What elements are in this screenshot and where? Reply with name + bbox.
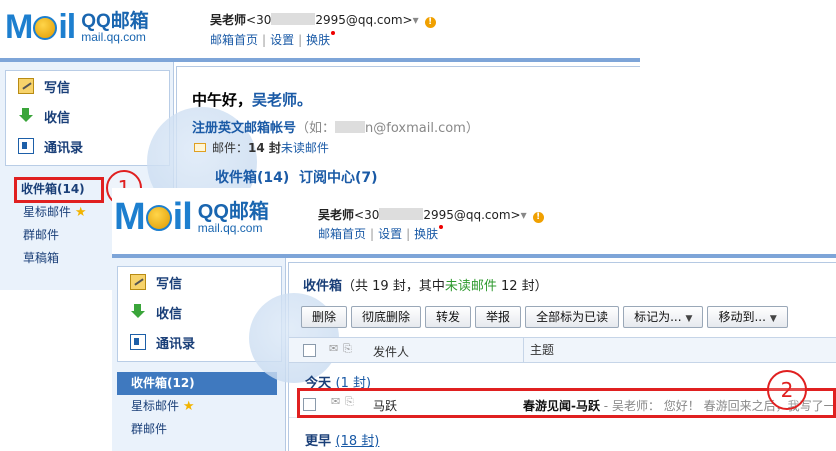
select-all-checkbox[interactable] [303,344,316,357]
mail-toolbar: 删除 彻底删除 转发 举报 全部标为已读 标记为... ▼ 移动到... ▼ [301,306,788,328]
logo-brand-2: QQ邮箱 [197,200,269,223]
warning-icon-2[interactable]: ! [532,212,544,223]
account-info-2: 吴老师<30 2995@qq.com>▾! [318,206,544,223]
account-email: <30 [246,13,272,27]
link-mail-home[interactable]: 邮箱首页 [210,33,258,47]
forward-button[interactable]: 转发 [425,306,472,328]
earlier-count-link[interactable]: (18 封) [336,434,380,449]
download-icon-2 [130,304,146,320]
envelope-icon [194,143,206,152]
link-rss-center[interactable]: 订阅中心(7) [299,170,378,186]
contact-card-icon [18,138,34,154]
unread-summary-link[interactable]: 未读邮件 [445,279,497,294]
delete-button[interactable]: 删除 [301,306,348,328]
star-icon-2: ★ [182,399,195,414]
download-icon [18,108,34,124]
qqmail-logo-2[interactable]: Mil QQ邮箱 mail.qq.com [114,196,269,239]
column-subject[interactable]: 主题 [523,338,554,362]
folder-list-2: 收件箱(12) 星标邮件 ★ 群邮件 [117,372,277,441]
link-settings[interactable]: 设置 [270,33,294,47]
screenshot-inbox: Mil QQ邮箱 mail.qq.com 吴老师<30 2995@qq.com>▾… [112,188,836,451]
receive-button[interactable]: 收信 [6,101,169,131]
folder-inbox-selected[interactable]: 收件箱(12) [117,372,277,395]
unread-link[interactable]: 未读邮件 [281,139,329,156]
move-to-dropdown[interactable]: 移动到... ▼ [707,306,788,328]
greeting: 中午好，吴老师。 [192,91,313,109]
link-skin[interactable]: 换肤 [306,33,330,47]
logo-mail-text: Mil [5,8,76,46]
warning-icon[interactable]: ! [424,17,436,28]
compose-button-2[interactable]: 写信 [118,267,281,297]
step-marker-2: 2 [767,370,807,410]
logo-brand: QQ邮箱 [81,11,149,32]
star-icon: ★ [74,205,87,220]
highlight-box-mail [297,388,836,418]
quick-actions: 写信 收信 通讯录 [5,70,170,166]
logo-mail-text-2: Mil [114,196,193,238]
group-earlier: 更早 (18 封) [305,434,380,449]
delete-permanently-button[interactable]: 彻底删除 [351,306,422,328]
report-spam-button[interactable]: 举报 [475,306,522,328]
account-email-tail: 2995@qq.com> [315,13,413,27]
chevron-down-icon-2: ▼ [769,314,777,324]
account-info: 吴老师<30 2995@qq.com>▾! [210,11,436,28]
contacts-button[interactable]: 通讯录 [6,131,169,161]
greeting-name: 吴老师。 [252,91,313,109]
top-links-2: 邮箱首页 | 设置 | 换肤 [318,225,444,242]
column-sender[interactable]: 发件人 [373,343,409,360]
logo-domain: mail.qq.com [81,30,146,44]
inbox-panel: 收件箱（共 19 封，其中未读邮件 12 封） 删除 彻底删除 转发 举报 全部… [249,262,836,451]
folder-starred-2[interactable]: 星标邮件 ★ [117,395,277,418]
qq-penguin-icon [33,16,58,40]
qq-penguin-icon-2 [145,205,172,231]
mail-summary: 邮件： 14 封未读邮件 [194,139,329,156]
compose-button[interactable]: 写信 [6,71,169,101]
redacted-block [271,13,316,25]
account-name: 吴老师 [210,13,247,27]
pencil-icon [18,78,34,94]
register-alias-link[interactable]: 注册英文邮箱帐号（如： n@foxmail.com） [192,117,479,136]
link-inbox[interactable]: 收件箱(14) [215,170,289,186]
folder-groups-2[interactable]: 群邮件 [117,418,277,441]
new-dot-icon [331,31,336,35]
link-settings-2[interactable]: 设置 [378,227,402,241]
pencil-icon-2 [130,274,146,290]
highlight-box-inbox [14,177,104,203]
contact-card-icon-2 [130,334,146,350]
mark-as-dropdown[interactable]: 标记为... ▼ [623,306,704,328]
read-status-icon: ✉ [329,342,339,355]
top-links: 邮箱首页 | 设置 | 换肤 [210,31,336,48]
link-skin-2[interactable]: 换肤 [414,227,438,241]
logo-domain-2: mail.qq.com [197,220,263,235]
mark-all-read-button[interactable]: 全部标为已读 [525,306,620,328]
account-dropdown-icon-2[interactable]: ▾ [521,208,527,222]
list-header: ✉ ⎘ 发件人 主题 [289,337,836,363]
inbox-title: 收件箱（共 19 封，其中未读邮件 12 封） [303,279,548,294]
new-dot-icon-2 [439,225,444,229]
home-quick-links: 收件箱(14) 订阅中心(7) [215,167,378,187]
account-dropdown-icon[interactable]: ▾ [413,13,419,27]
link-mail-home-2[interactable]: 邮箱首页 [318,227,366,241]
qqmail-logo[interactable]: Mil QQ邮箱 mail.qq.com [5,8,149,47]
attachment-icon: ⎘ [343,342,352,355]
chevron-down-icon: ▼ [685,314,693,324]
